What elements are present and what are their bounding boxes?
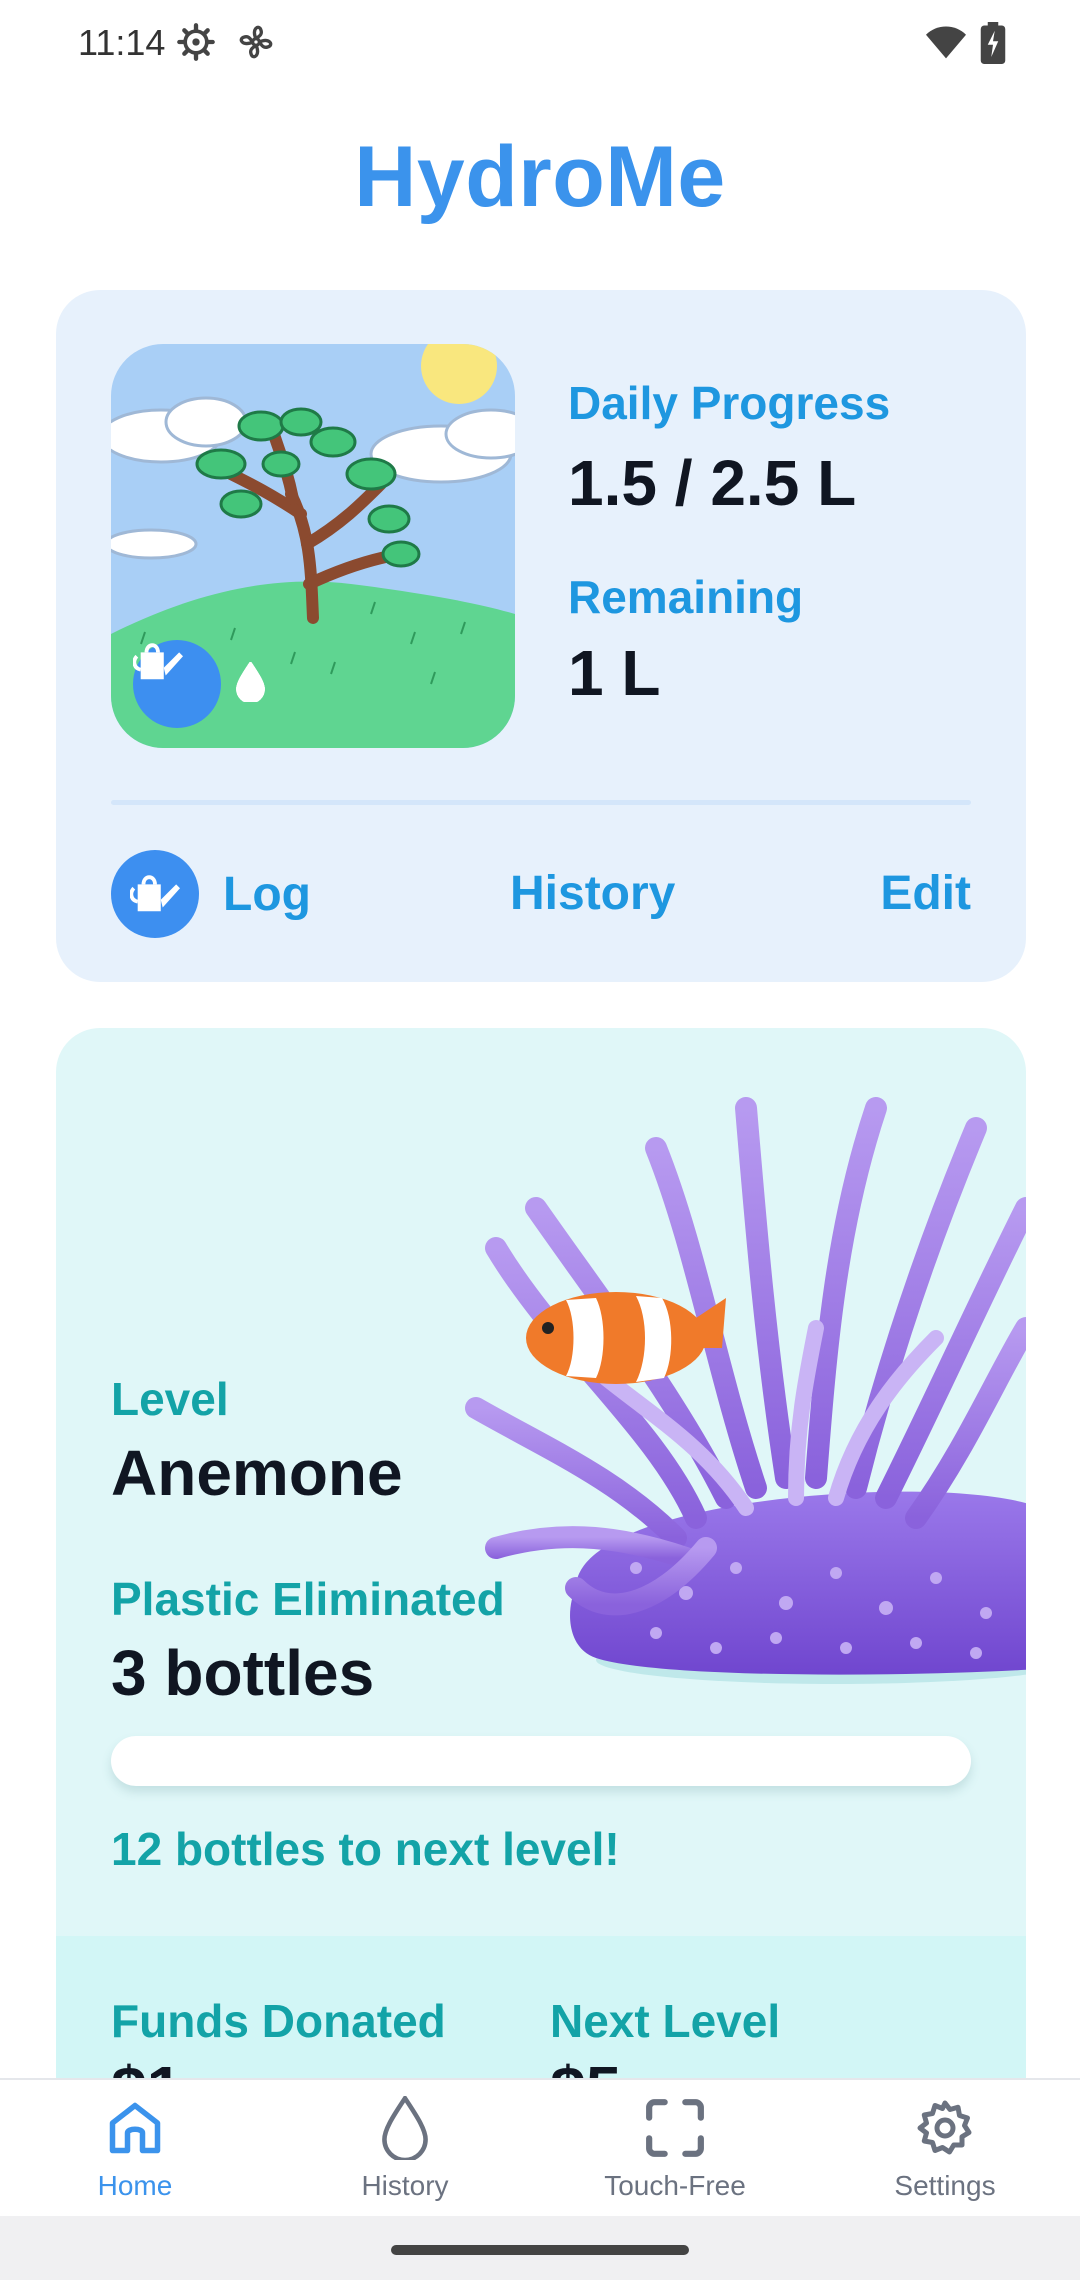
funds-donated-label: Funds Donated bbox=[111, 1995, 446, 2047]
nav-home[interactable]: Home bbox=[0, 2080, 270, 2218]
bottom-navigation: Home History Touch-Free Settings bbox=[0, 2078, 1080, 2216]
history-button[interactable]: History bbox=[510, 866, 675, 921]
nav-settings[interactable]: Settings bbox=[810, 2080, 1080, 2218]
tree-scene-illustration bbox=[111, 344, 515, 748]
scan-frame-icon bbox=[644, 2092, 706, 2164]
drop-icon bbox=[380, 2092, 430, 2164]
nav-settings-label: Settings bbox=[894, 2170, 996, 2201]
daily-progress-card: Daily Progress 1.5 / 2.5 L Remaining 1 L… bbox=[56, 290, 1026, 982]
watering-can-icon bbox=[111, 850, 199, 938]
next-level-label: Next Level bbox=[550, 1995, 781, 2047]
nav-home-label: Home bbox=[97, 2170, 173, 2201]
plastic-eliminated-label: Plastic Eliminated bbox=[111, 1573, 505, 1625]
nav-touch-free[interactable]: Touch-Free bbox=[540, 2080, 810, 2218]
nav-history-label: History bbox=[361, 2170, 449, 2201]
remaining-label: Remaining bbox=[568, 571, 804, 623]
drop-outline-icon bbox=[236, 662, 265, 702]
level-progress-bar bbox=[111, 1736, 971, 1786]
app-title: HydroMe bbox=[354, 129, 726, 225]
nav-history[interactable]: History bbox=[270, 2080, 540, 2218]
home-icon bbox=[105, 2092, 165, 2164]
status-bar: 11:14 bbox=[0, 0, 1080, 86]
daily-progress-value: 1.5 / 2.5 L bbox=[568, 447, 857, 519]
gear-icon bbox=[176, 22, 216, 67]
anemone-illustration bbox=[465, 1097, 1026, 1684]
level-card: Level Anemone Plastic Eliminated 3 bottl… bbox=[56, 1028, 1026, 2088]
remaining-value: 1 L bbox=[568, 637, 661, 709]
level-label: Level bbox=[111, 1373, 229, 1425]
daily-progress-label: Daily Progress bbox=[568, 377, 891, 429]
status-time: 11:14 bbox=[78, 22, 166, 63]
level-value: Anemone bbox=[111, 1437, 403, 1509]
plastic-eliminated-value: 3 bottles bbox=[111, 1637, 375, 1709]
next-level-text: 12 bottles to next level! bbox=[111, 1823, 620, 1875]
log-button[interactable]: Log bbox=[111, 850, 311, 938]
gesture-handle[interactable] bbox=[391, 2245, 689, 2255]
battery-icon bbox=[980, 22, 1006, 69]
nav-touch-free-label: Touch-Free bbox=[604, 2170, 746, 2201]
gear-icon bbox=[915, 2092, 975, 2164]
watering-can-icon bbox=[133, 640, 221, 728]
fan-icon bbox=[236, 22, 276, 67]
edit-button[interactable]: Edit bbox=[880, 866, 971, 921]
divider bbox=[111, 800, 971, 805]
wifi-icon bbox=[924, 22, 968, 67]
log-label: Log bbox=[223, 867, 311, 921]
